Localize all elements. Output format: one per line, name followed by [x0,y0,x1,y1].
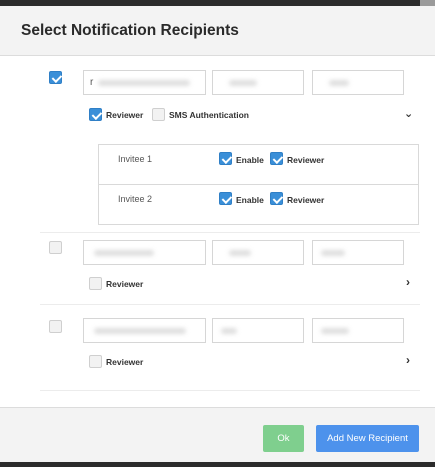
recipient-1-last-name-redacted [329,80,349,86]
invitee-1-name: Invitee 1 [118,154,153,164]
invitee-1-reviewer-label: Reviewer [287,155,325,165]
recipient-divider-1 [40,232,420,233]
recipient-1-select-checkbox[interactable] [49,71,62,84]
recipient-2-email-redacted [94,250,154,256]
window-bottom-edge [0,462,435,467]
dialog-header: Select Notification Recipients [0,6,435,56]
recipient-3-reviewer-checkbox[interactable] [89,355,102,368]
recipient-divider-2 [40,304,420,305]
recipient-1-sms-checkbox[interactable] [152,108,165,121]
recipient-2-select-checkbox[interactable] [49,241,62,254]
recipient-2-email-field[interactable] [83,240,206,265]
chevron-right-icon[interactable]: › [406,353,410,367]
recipient-2-first-name-redacted [229,250,251,256]
invitee-2-reviewer-checkbox[interactable] [270,192,283,205]
recipient-1-first-name-redacted [229,80,257,86]
invitee-2-enable-label: Enable [236,195,264,205]
recipient-3-email-field[interactable] [83,318,206,343]
add-new-recipient-button[interactable]: Add New Recipient [316,425,419,452]
recipient-1-first-name-field[interactable] [212,70,304,95]
invitee-divider [98,184,419,185]
invitee-2-name: Invitee 2 [118,194,153,204]
recipient-1-last-name-field[interactable] [312,70,404,95]
recipient-1-reviewer-label: Reviewer [106,110,144,120]
recipient-2-last-name-redacted [321,250,345,256]
ok-button[interactable]: Ok [263,425,304,452]
recipient-3-first-name-redacted [221,328,237,334]
recipient-3-reviewer-label: Reviewer [106,357,144,367]
invitee-1-enable-label: Enable [236,155,264,165]
recipient-3-last-name-redacted [321,328,349,334]
recipient-1-reviewer-checkbox[interactable] [89,108,102,121]
recipient-3-first-name-field[interactable] [212,318,304,343]
recipient-1-email-field[interactable]: r [83,70,206,95]
invitee-2-enable-checkbox[interactable] [219,192,232,205]
dialog-title: Select Notification Recipients [21,22,239,39]
recipient-divider-3 [40,390,420,391]
recipient-2-reviewer-checkbox[interactable] [89,277,102,290]
recipient-3-email-redacted [94,328,186,334]
invitee-1-enable-checkbox[interactable] [219,152,232,165]
recipient-2-first-name-field[interactable] [212,240,304,265]
recipient-1-email-redacted [98,80,190,86]
chevron-right-icon[interactable]: › [406,275,410,289]
recipient-2-last-name-field[interactable] [312,240,404,265]
dialog-body [0,56,435,406]
recipient-1-email-value: r [90,77,94,88]
recipient-3-select-checkbox[interactable] [49,320,62,333]
recipient-1-sms-label: SMS Authentication [169,110,249,120]
invitee-1-reviewer-checkbox[interactable] [270,152,283,165]
chevron-down-icon[interactable]: ⌄ [404,107,413,120]
recipient-3-last-name-field[interactable] [312,318,404,343]
recipient-2-reviewer-label: Reviewer [106,279,144,289]
invitee-2-reviewer-label: Reviewer [287,195,325,205]
